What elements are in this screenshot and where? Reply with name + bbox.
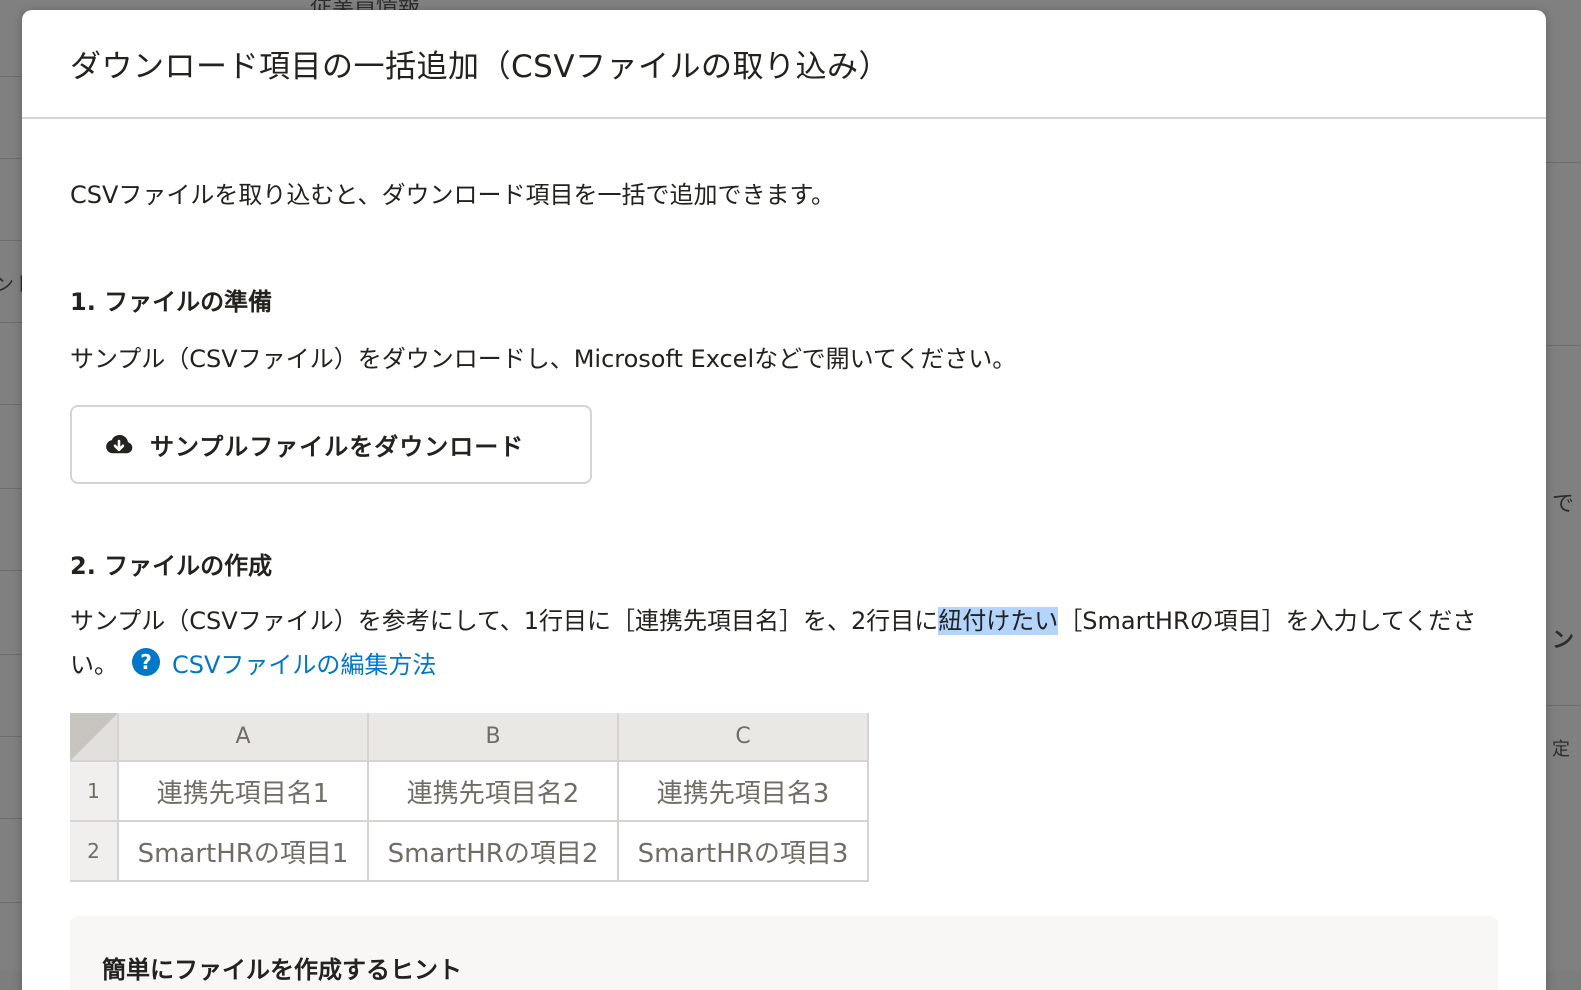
question-circle-icon: ?	[132, 648, 160, 676]
dialog-title: ダウンロード項目の一括追加（CSVファイルの取り込み）	[70, 49, 891, 85]
sheet-cell: 連携先項目名3	[617, 760, 869, 822]
column-header-c: C	[617, 713, 869, 762]
sheet-cell: 連携先項目名1	[117, 760, 369, 822]
selected-text: 紐付けたい	[938, 607, 1059, 635]
dialog-header: ダウンロード項目の一括追加（CSVファイルの取り込み）	[22, 10, 1546, 119]
sheet-cell: 連携先項目名2	[367, 760, 619, 822]
step1-title: 1. ファイルの準備	[70, 288, 273, 316]
download-sample-label: サンプルファイルをダウンロード	[150, 434, 525, 461]
intro-text: CSVファイルを取り込むと、ダウンロード項目を一括で追加できます。	[70, 181, 836, 209]
step2-title: 2. ファイルの作成	[70, 552, 273, 580]
column-header-b: B	[367, 713, 619, 762]
step1-text: サンプル（CSVファイル）をダウンロードし、Microsoft Excelなどで…	[70, 345, 1017, 373]
sheet-row: 2 SmartHRの項目1 SmartHRの項目2 SmartHRの項目3	[70, 820, 869, 882]
background-fragment: 定	[1552, 739, 1570, 760]
dialog-body: CSVファイルを取り込むと、ダウンロード項目を一括で追加できます。 1. ファイ…	[22, 175, 1546, 990]
sheet-cell: SmartHRの項目3	[617, 820, 869, 882]
csv-edit-help-link[interactable]: ? CSVファイルの編集方法	[132, 648, 437, 679]
sheet-row: 1 連携先項目名1 連携先項目名2 連携先項目名3	[70, 760, 869, 822]
hint-panel: 簡単にファイルを作成するヒント	[70, 916, 1498, 990]
background-fragment: で	[1552, 492, 1575, 517]
csv-import-dialog: ダウンロード項目の一括追加（CSVファイルの取り込み） CSVファイルを取り込む…	[22, 10, 1546, 990]
row-header: 2	[70, 820, 119, 882]
sheet-corner	[70, 713, 118, 761]
step2-text: サンプル（CSVファイル）を参考にして、1行目に［連携先項目名］を、2行目に紐付…	[70, 599, 1498, 687]
download-sample-button[interactable]: サンプルファイルをダウンロード	[70, 405, 592, 484]
cloud-download-icon	[106, 434, 133, 453]
column-header-a: A	[117, 713, 369, 762]
sample-spreadsheet: A B C 1 連携先項目名1 連携先項目名2 連携先項目名3 2 SmartH…	[70, 713, 869, 882]
sheet-cell: SmartHRの項目2	[367, 820, 619, 882]
sheet-cell: SmartHRの項目1	[117, 820, 369, 882]
row-header: 1	[70, 760, 119, 822]
hint-title: 簡単にファイルを作成するヒント	[102, 956, 462, 984]
csv-edit-help-label: CSVファイルの編集方法	[172, 651, 437, 679]
step2-text-before: サンプル（CSVファイル）を参考にして、1行目に［連携先項目名］を、2行目に	[70, 607, 939, 635]
background-fragment: ン	[1552, 628, 1575, 653]
